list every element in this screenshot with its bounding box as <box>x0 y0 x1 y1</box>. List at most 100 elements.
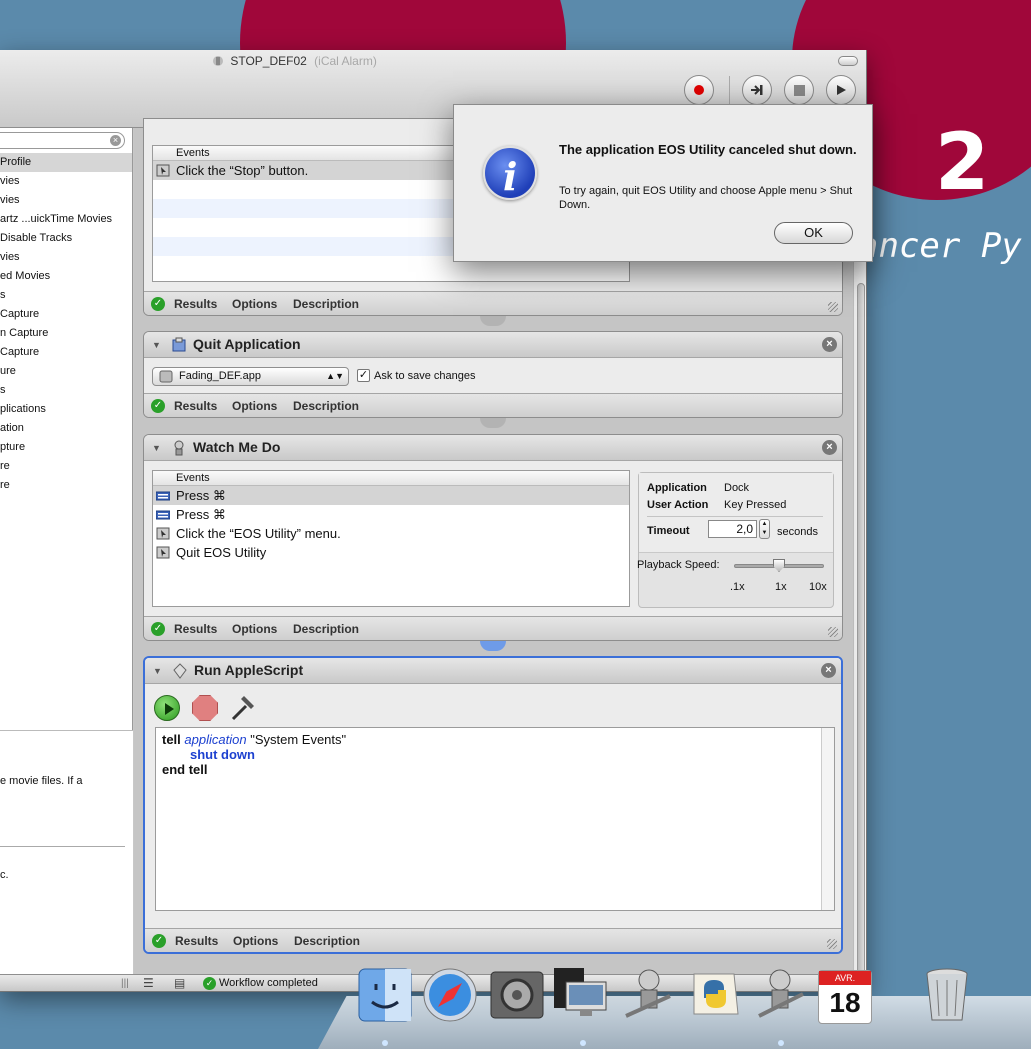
library-item[interactable]: n Capture <box>0 324 132 343</box>
python-icon[interactable] <box>686 966 744 1024</box>
library-list: Profile vies vies artz ...uickTime Movie… <box>0 153 132 495</box>
options-tab[interactable]: Options <box>232 622 277 636</box>
user-action-value: Key Pressed <box>724 499 787 511</box>
application-popup[interactable]: Fading_DEF.app ▲▼ <box>152 367 349 386</box>
options-tab[interactable]: Options <box>232 297 277 311</box>
options-tab[interactable]: Options <box>233 934 278 948</box>
clear-search-icon[interactable]: × <box>110 135 121 146</box>
safari-icon[interactable] <box>421 966 479 1024</box>
system-preferences-icon[interactable] <box>488 966 546 1024</box>
stop-script-button[interactable] <box>192 695 218 721</box>
ask-save-checkbox[interactable]: ✓ <box>357 369 370 382</box>
record-button[interactable] <box>684 75 714 105</box>
alert-title: The application EOS Utility canceled shu… <box>559 142 857 157</box>
table-row <box>153 581 629 600</box>
window-title-text: STOP_DEF02 <box>230 54 307 68</box>
library-item[interactable]: vies <box>0 191 132 210</box>
library-item[interactable]: Capture <box>0 305 132 324</box>
results-tab[interactable]: Results <box>174 399 217 413</box>
automator-icon[interactable] <box>620 966 678 1024</box>
results-tab[interactable]: Results <box>175 934 218 948</box>
resize-grip-icon[interactable] <box>827 939 837 949</box>
script-scrollbar[interactable] <box>821 728 834 910</box>
library-item[interactable]: s <box>0 286 132 305</box>
keyboard-icon <box>156 510 170 520</box>
library-item[interactable]: Profile <box>0 153 132 172</box>
library-item[interactable]: vies <box>0 248 132 267</box>
finder-icon[interactable] <box>356 966 414 1024</box>
alert-message: To try again, quit EOS Utility and choos… <box>559 185 853 211</box>
run-script-button[interactable] <box>154 695 180 721</box>
description-tab[interactable]: Description <box>293 622 359 636</box>
results-tab[interactable]: Results <box>174 622 217 636</box>
resize-grip-icon[interactable] <box>828 627 838 637</box>
event-text: Press ⌘ <box>176 488 226 503</box>
library-item[interactable]: ation <box>0 419 132 438</box>
click-event-icon <box>156 164 170 177</box>
table-row <box>153 562 629 581</box>
automator-icon[interactable] <box>751 966 809 1024</box>
status-check-icon: ✓ <box>203 977 216 990</box>
calendar-day: 18 <box>829 987 861 1018</box>
resize-grip-icon[interactable] <box>828 302 838 312</box>
disclosure-triangle-icon[interactable]: ▼ <box>152 340 161 350</box>
step-button[interactable] <box>742 75 772 105</box>
event-details-panel: Application Dock User Action Key Pressed… <box>637 472 834 608</box>
table-row[interactable]: Quit EOS Utility <box>153 543 629 562</box>
library-item[interactable]: re <box>0 476 132 495</box>
table-row[interactable]: Click the “EOS Utility” menu. <box>153 524 629 543</box>
playback-speed-knob[interactable] <box>773 559 785 572</box>
close-action-icon[interactable]: × <box>822 440 837 455</box>
screen-sharing-icon[interactable] <box>552 966 610 1024</box>
stop-button[interactable] <box>784 75 814 105</box>
library-description-text: e movie files. If a <box>0 775 83 787</box>
list-view-icon[interactable]: ☰ <box>143 976 154 990</box>
speed-tick-fast: 10x <box>809 581 827 593</box>
disclosure-triangle-icon[interactable]: ▼ <box>152 443 161 453</box>
speed-tick-slow: .1x <box>730 581 745 593</box>
action-footer: ✓ Results Options Description <box>144 616 842 640</box>
compile-script-button[interactable] <box>229 695 257 721</box>
window-title: STOP_DEF02 (iCal Alarm) <box>212 54 377 68</box>
results-tab[interactable]: Results <box>174 297 217 311</box>
dock-running-indicator <box>382 1040 388 1046</box>
success-check-icon: ✓ <box>152 934 166 948</box>
ical-icon[interactable]: AVR. 18 <box>818 970 872 1024</box>
library-item[interactable]: artz ...uickTime Movies <box>0 210 132 229</box>
library-item[interactable]: vies <box>0 172 132 191</box>
run-button[interactable] <box>826 75 856 105</box>
library-item[interactable]: Capture <box>0 343 132 362</box>
event-text: Click the “EOS Utility” menu. <box>176 526 341 541</box>
close-action-icon[interactable]: × <box>822 337 837 352</box>
library-resize-grip-icon[interactable]: ||| <box>121 978 129 989</box>
disclosure-triangle-icon[interactable]: ▼ <box>153 666 162 676</box>
options-tab[interactable]: Options <box>232 399 277 413</box>
scrollbar-thumb[interactable] <box>857 283 865 983</box>
library-item[interactable]: ure <box>0 362 132 381</box>
script-editor[interactable]: tell application "System Events" shut do… <box>155 727 835 911</box>
library-description-panel: e movie files. If a c. <box>0 730 133 974</box>
timeout-stepper[interactable]: ▲ ▼ <box>759 519 770 539</box>
table-row[interactable]: Press ⌘ <box>153 505 629 524</box>
toolbar-toggle-button[interactable] <box>838 56 858 66</box>
library-search-input[interactable] <box>0 132 125 149</box>
library-item[interactable]: plications <box>0 400 132 419</box>
code-command: shut down <box>190 747 255 762</box>
library-item[interactable]: ed Movies <box>0 267 132 286</box>
success-check-icon: ✓ <box>151 297 165 311</box>
library-item[interactable]: re <box>0 457 132 476</box>
library-item[interactable]: pture <box>0 438 132 457</box>
ask-save-label: Ask to save changes <box>374 370 476 382</box>
description-tab[interactable]: Description <box>293 399 359 413</box>
description-tab[interactable]: Description <box>294 934 360 948</box>
description-tab[interactable]: Description <box>293 297 359 311</box>
trash-icon[interactable] <box>918 966 976 1024</box>
log-view-icon[interactable]: ▤ <box>174 976 185 990</box>
library-item[interactable]: s <box>0 381 132 400</box>
stop-icon <box>793 84 805 96</box>
timeout-field[interactable]: 2,0 <box>708 520 757 538</box>
close-action-icon[interactable]: × <box>821 663 836 678</box>
ok-button[interactable]: OK <box>774 222 853 244</box>
table-row[interactable]: Press ⌘ <box>153 486 629 505</box>
library-item[interactable]: Disable Tracks <box>0 229 132 248</box>
